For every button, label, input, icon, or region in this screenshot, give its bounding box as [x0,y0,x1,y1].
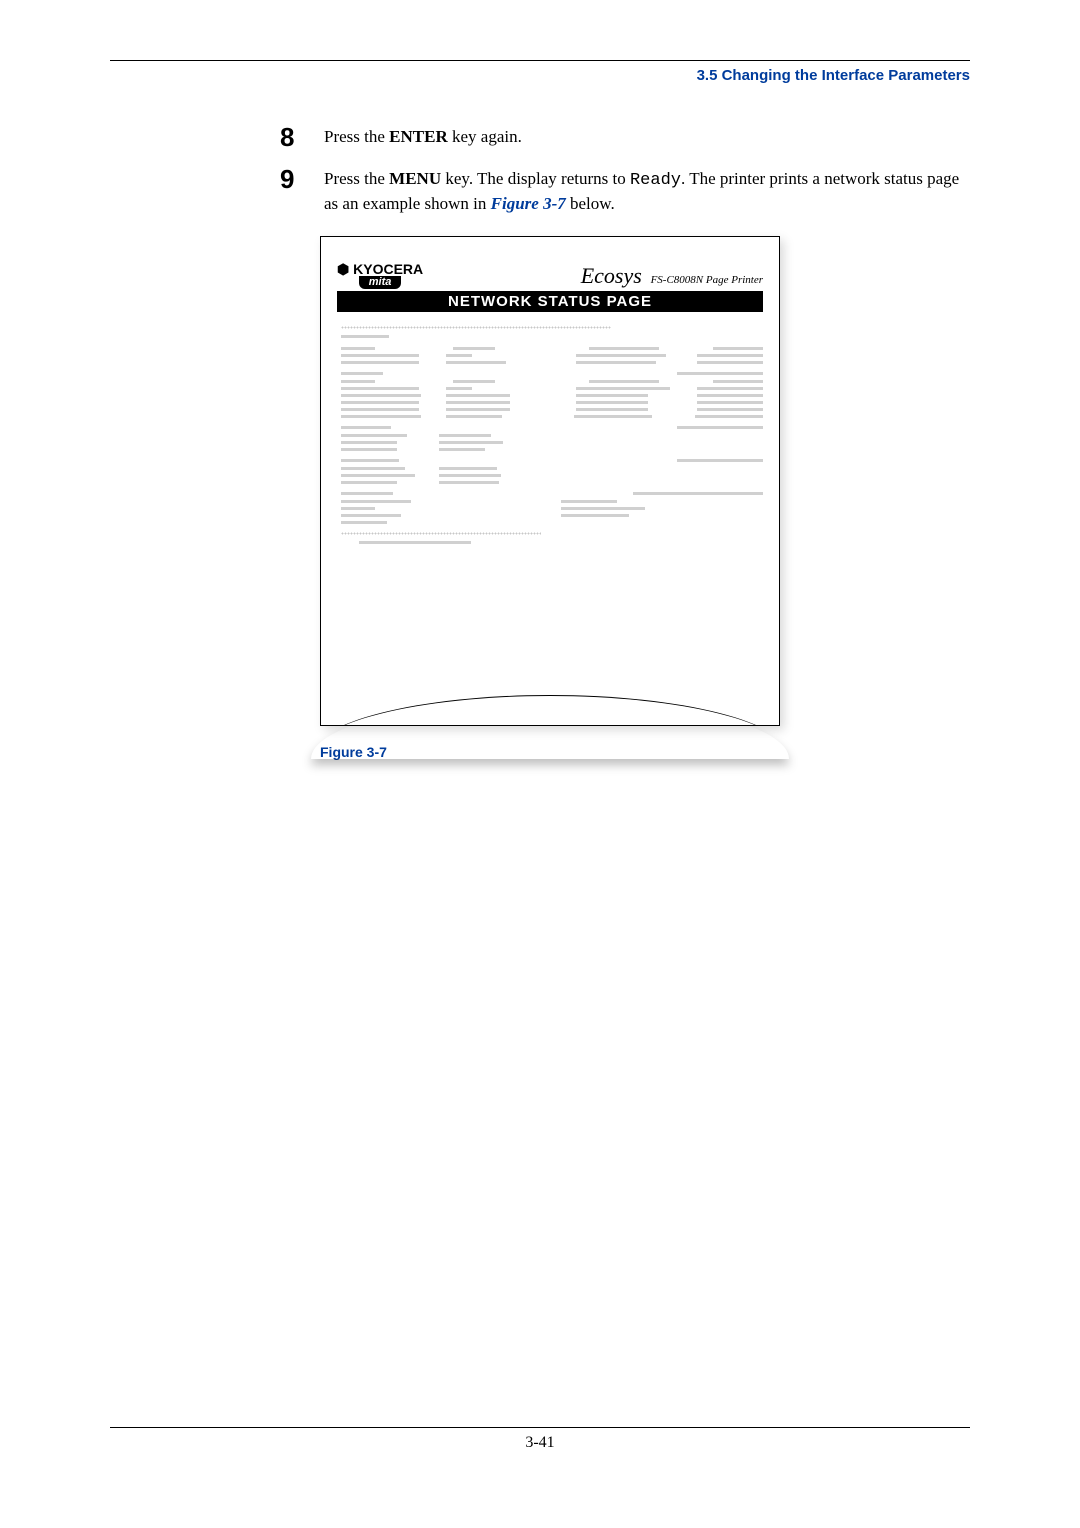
logo-text: ⬢ KYOCERA [337,261,423,277]
kyocera-logo: ⬢ KYOCERA mita [337,262,423,289]
step-number: 8 [280,124,324,150]
logo-sub: mita [359,276,401,289]
ecosys-logo: Ecosys [581,263,642,288]
page-number: 3-41 [110,1434,970,1452]
text: key. The display returns to [441,169,630,188]
status-page-title: NETWORK STATUS PAGE [337,291,763,312]
step-9: 9 Press the MENU key. The display return… [280,166,970,216]
model-label: Ecosys FS-C8008N Page Printer [581,263,763,289]
text: Press the [324,127,389,146]
bottom-rule [110,1427,970,1428]
step-8: 8 Press the ENTER key again. [280,124,970,150]
text: below. [566,194,615,213]
steps-list: 8 Press the ENTER key again. 9 Press the… [280,124,970,216]
text: key again. [448,127,522,146]
greek-line [341,532,541,535]
step-body: Press the MENU key. The display returns … [324,166,970,216]
text: Press the [324,169,389,188]
step-number: 9 [280,166,324,192]
model-text: FS-C8008N Page Printer [651,274,763,286]
page-curl [321,695,779,725]
status-page-body [337,326,763,544]
top-rule [110,60,970,61]
display-text: Ready [630,171,681,190]
step-body: Press the ENTER key again. [324,124,522,149]
greek-line [341,326,611,329]
network-status-page: ⬢ KYOCERA mita Ecosys FS-C8008N Page Pri… [320,236,780,726]
figure-link[interactable]: Figure 3-7 [491,194,566,213]
section-header: 3.5 Changing the Interface Parameters [110,67,970,84]
key-name: ENTER [389,127,448,146]
figure-3-7: ⬢ KYOCERA mita Ecosys FS-C8008N Page Pri… [320,236,780,760]
key-name: MENU [389,169,441,188]
